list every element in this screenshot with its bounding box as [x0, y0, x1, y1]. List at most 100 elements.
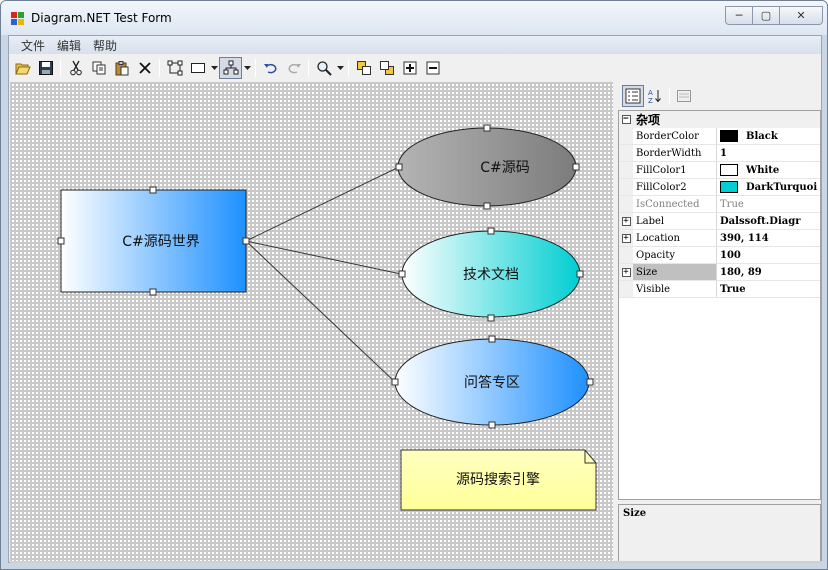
rectangle-node[interactable]: C#源码世界: [57, 186, 250, 296]
connection-handle[interactable]: [242, 237, 250, 245]
property-name[interactable]: Opacity: [633, 247, 717, 263]
note-node[interactable]: 源码搜索引擎: [400, 449, 597, 511]
property-value[interactable]: True: [717, 196, 820, 212]
connector-lines[interactable]: [245, 166, 402, 383]
connection-handle[interactable]: [398, 270, 406, 278]
property-name[interactable]: BorderWidth: [633, 145, 717, 161]
connection-handle[interactable]: [483, 124, 491, 132]
menu-help[interactable]: 帮助: [87, 37, 123, 54]
connection-handle[interactable]: [149, 288, 157, 296]
connector-tool-button[interactable]: [163, 57, 186, 79]
property-row[interactable]: FillColor2 DarkTurquoi: [619, 179, 820, 196]
property-value[interactable]: DarkTurquoi: [717, 179, 820, 195]
alphabetical-view-button[interactable]: AZ: [644, 85, 666, 107]
property-value[interactable]: True: [717, 281, 820, 297]
undo-icon: [263, 63, 276, 74]
property-value-text: 180, 89: [720, 266, 762, 278]
expand-icon[interactable]: +: [621, 216, 631, 226]
property-row[interactable]: + Label Dalssoft.Diagr: [619, 213, 820, 230]
property-row[interactable]: + Size 180, 89: [619, 264, 820, 281]
application-window: Diagram.NET Test Form ─ ▢ ✕ 文件 编辑 帮助 C#源…: [0, 0, 828, 570]
cut-icon: [69, 60, 82, 76]
categorized-view-button[interactable]: [622, 85, 644, 107]
connection-handle[interactable]: [488, 335, 496, 343]
property-value[interactable]: 390, 114: [717, 230, 820, 246]
redo-button[interactable]: [282, 57, 305, 79]
auto-layout-dropdown[interactable]: [242, 57, 252, 79]
zoom-dropdown[interactable]: [335, 57, 345, 79]
connection-handle[interactable]: [395, 163, 403, 171]
menu-edit[interactable]: 编辑: [51, 37, 87, 54]
save-button[interactable]: [34, 57, 57, 79]
delete-button[interactable]: [133, 57, 156, 79]
property-value[interactable]: White: [717, 162, 820, 178]
remove-button[interactable]: [421, 57, 444, 79]
remove-icon: [426, 61, 439, 75]
open-button[interactable]: [11, 57, 34, 79]
connection-handle[interactable]: [487, 227, 495, 235]
ellipse-node-2[interactable]: 技术文档: [395, 226, 584, 322]
connection-handle[interactable]: [487, 314, 495, 322]
collapse-icon[interactable]: −: [621, 115, 631, 124]
auto-layout-button[interactable]: [219, 57, 242, 79]
connection-handle[interactable]: [57, 237, 65, 245]
ellipse-node-3[interactable]: 问答专区: [391, 335, 594, 429]
property-name[interactable]: Location: [633, 230, 717, 246]
property-row[interactable]: FillColor1 White: [619, 162, 820, 179]
property-value[interactable]: 1: [717, 145, 820, 161]
ellipse-node-1[interactable]: C#源码: [395, 124, 580, 210]
connector-line[interactable]: [245, 240, 402, 275]
rectangle-tool-button[interactable]: [186, 57, 209, 79]
connection-handle[interactable]: [483, 202, 491, 210]
auto-layout-icon: [223, 60, 238, 75]
expand-icon[interactable]: +: [621, 233, 631, 243]
property-value[interactable]: 180, 89: [717, 264, 820, 280]
expand-icon[interactable]: +: [621, 267, 631, 277]
add-button[interactable]: [398, 57, 421, 79]
close-button[interactable]: ✕: [779, 6, 823, 25]
connection-handle[interactable]: [391, 378, 399, 386]
connector-line[interactable]: [245, 240, 396, 383]
property-row[interactable]: Opacity 100: [619, 247, 820, 264]
toolbar: [9, 55, 821, 81]
diagram-canvas[interactable]: C#源码世界 C#源码 技术文档 问答专区 源码搜索引擎: [10, 82, 613, 562]
property-pages-button[interactable]: [673, 85, 695, 107]
property-value-text: White: [746, 164, 780, 176]
property-category[interactable]: − 杂项: [619, 111, 820, 128]
property-row[interactable]: Visible True: [619, 281, 820, 298]
property-row[interactable]: BorderWidth 1: [619, 145, 820, 162]
send-to-back-button[interactable]: [375, 57, 398, 79]
maximize-button[interactable]: ▢: [752, 6, 780, 25]
property-value[interactable]: 100: [717, 247, 820, 263]
property-row[interactable]: IsConnected True: [619, 196, 820, 213]
connection-handle[interactable]: [488, 421, 496, 429]
zoom-button[interactable]: [312, 57, 335, 79]
connection-handle[interactable]: [586, 378, 594, 386]
property-name[interactable]: FillColor1: [633, 162, 717, 178]
title-bar[interactable]: Diagram.NET Test Form ─ ▢ ✕: [1, 1, 827, 35]
connector-line[interactable]: [245, 166, 400, 242]
bring-to-front-button[interactable]: [352, 57, 375, 79]
minimize-button[interactable]: ─: [725, 6, 753, 25]
copy-button[interactable]: [87, 57, 110, 79]
bring-to-front-icon: [356, 61, 371, 75]
property-name[interactable]: IsConnected: [633, 196, 717, 212]
property-name[interactable]: BorderColor: [633, 128, 717, 144]
connection-handle[interactable]: [576, 270, 584, 278]
delete-icon: [138, 62, 151, 74]
property-row[interactable]: BorderColor Black: [619, 128, 820, 145]
cut-button[interactable]: [64, 57, 87, 79]
connection-handle[interactable]: [572, 163, 580, 171]
property-value[interactable]: Black: [717, 128, 820, 144]
property-name[interactable]: Size: [633, 264, 717, 280]
undo-button[interactable]: [259, 57, 282, 79]
property-name[interactable]: Label: [633, 213, 717, 229]
property-value[interactable]: Dalssoft.Diagr: [717, 213, 820, 229]
paste-button[interactable]: [110, 57, 133, 79]
rectangle-tool-dropdown[interactable]: [209, 57, 219, 79]
connection-handle[interactable]: [149, 186, 157, 194]
property-name[interactable]: FillColor2: [633, 179, 717, 195]
menu-file[interactable]: 文件: [15, 37, 51, 54]
property-name[interactable]: Visible: [633, 281, 717, 297]
property-row[interactable]: + Location 390, 114: [619, 230, 820, 247]
